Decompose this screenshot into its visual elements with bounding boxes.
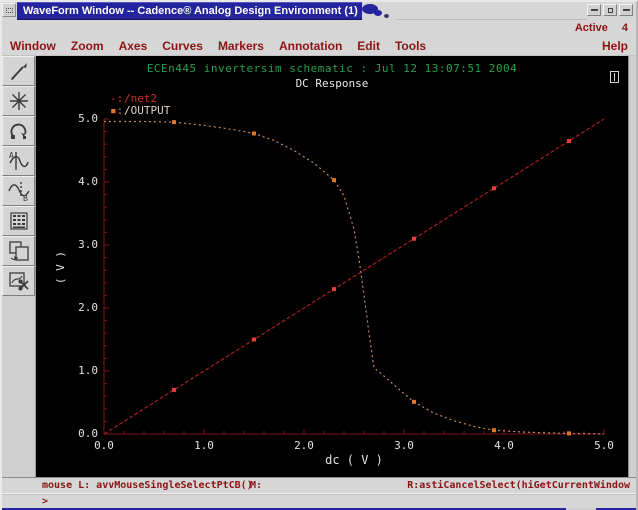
marker-net2[interactable] — [412, 236, 416, 241]
active-count: 4 — [621, 22, 628, 34]
window-title-text: WaveForm Window -- Cadence® Analog Desig… — [23, 5, 358, 17]
zoom-fit-star-icon[interactable] — [2, 86, 35, 116]
marker-output[interactable] — [412, 399, 416, 404]
marker-net2[interactable] — [172, 387, 176, 392]
marker-output[interactable] — [332, 178, 336, 183]
calculator-icon[interactable] — [2, 206, 35, 236]
marker-output[interactable] — [567, 431, 571, 436]
menu-axes[interactable]: Axes — [119, 39, 148, 53]
horizontal-marker-b-icon[interactable]: B — [2, 176, 35, 206]
left-toolbar: A B — [2, 56, 36, 477]
marker-output[interactable] — [252, 131, 256, 136]
window-title[interactable]: WaveForm Window -- Cadence® Analog Desig… — [17, 2, 362, 20]
minimize-icon — [590, 9, 598, 11]
menu-window[interactable]: Window — [10, 39, 56, 53]
y-tick-2: 2.0 — [78, 301, 98, 314]
y-tick-5: 5.0 — [78, 112, 98, 125]
y-tick-4: 4.0 — [78, 175, 98, 188]
x-tick-2: 2.0 — [294, 439, 314, 452]
window-menu-button[interactable] — [2, 3, 16, 17]
trace-output[interactable] — [104, 120, 605, 435]
legend-label-output: /OUTPUT — [124, 104, 171, 117]
y-axis-label: ( V ) — [54, 250, 68, 285]
x-tick-5: 5.0 — [594, 439, 614, 452]
x-tick-3: 3.0 — [394, 439, 414, 452]
window-right-frame — [628, 56, 636, 477]
plot-canvas[interactable]: ECEn445 invertersim schematic : Jul 12 1… — [36, 56, 628, 477]
plot-header: ECEn445 invertersim schematic : Jul 12 1… — [146, 62, 518, 75]
window-maximize-button[interactable] — [603, 4, 617, 16]
active-status-row: Active 4 — [2, 20, 636, 36]
copy-subwindow-icon[interactable] — [2, 236, 35, 266]
menu-zoom[interactable]: Zoom — [71, 39, 104, 53]
x-tick-4: 4.0 — [494, 439, 514, 452]
undo-arc-icon[interactable] — [2, 116, 35, 146]
titlebar: WaveForm Window -- Cadence® Analog Desig… — [2, 2, 636, 20]
command-prompt-line[interactable]: > — [2, 494, 636, 508]
marker-output[interactable] — [172, 120, 176, 125]
delete-subwindow-icon[interactable] — [2, 266, 35, 296]
marker-net2[interactable] — [492, 186, 496, 191]
marker-output[interactable] — [492, 428, 496, 433]
svg-text:B: B — [23, 194, 28, 203]
y-tick-3: 3.0 — [78, 238, 98, 251]
menu-help[interactable]: Help — [602, 39, 628, 53]
menubar: Window Zoom Axes Curves Markers Annotati… — [2, 36, 636, 56]
y-tick-1: 1.0 — [78, 364, 98, 377]
mouse-bindings-bar: mouse L: avvMouseSingleSelectPtCB() M: R… — [2, 477, 636, 494]
window-buttons — [587, 2, 636, 20]
menu-markers[interactable]: Markers — [218, 39, 264, 53]
x-axis-label: dc ( V ) — [325, 453, 383, 467]
legend-item-output[interactable]: ▪: /OUTPUT — [110, 105, 170, 117]
menu-curves[interactable]: Curves — [162, 39, 203, 53]
prompt-caret: > — [42, 496, 49, 507]
mouse-right-binding: R:astiCancelSelect(hiGetCurrentWindow — [407, 480, 630, 491]
marker-net2[interactable] — [252, 337, 256, 342]
plot-title: DC Response — [295, 77, 369, 90]
menu-edit[interactable]: Edit — [357, 39, 380, 53]
trace-net2[interactable] — [103, 118, 605, 435]
x-tick-1: 1.0 — [194, 439, 214, 452]
marker-net2[interactable] — [567, 139, 571, 144]
window-rollup-button[interactable] — [619, 4, 633, 16]
probe-pen-icon[interactable] — [2, 56, 35, 86]
titlebar-spacer — [395, 2, 587, 20]
window-menu-icon — [5, 7, 13, 13]
plot-legend: -: /net2 ▪: /OUTPUT — [110, 93, 170, 117]
menu-annotation[interactable]: Annotation — [279, 39, 342, 53]
mouse-left-binding: mouse L: avvMouseSingleSelectPtCB() — [42, 480, 253, 491]
rollup-icon — [622, 9, 630, 11]
main-area: A B ECEn445 invertersim schematic : Jul … — [2, 56, 636, 477]
x-tick-0: 0.0 — [94, 439, 114, 452]
title-splash-decoration — [361, 2, 396, 20]
output-marker-symbol: ▪: — [110, 104, 124, 117]
plot-corner-widget[interactable] — [610, 71, 619, 83]
active-label: Active — [574, 22, 608, 34]
maximize-icon — [607, 7, 613, 13]
menu-tools[interactable]: Tools — [395, 39, 426, 53]
chart-svg[interactable] — [36, 56, 628, 477]
marker-net2[interactable] — [332, 287, 336, 292]
window-minimize-button[interactable] — [587, 4, 601, 16]
waveform-window: WaveForm Window -- Cadence® Analog Desig… — [0, 0, 638, 510]
vertical-marker-a-icon[interactable]: A — [2, 146, 35, 176]
mouse-middle-binding: M: — [250, 480, 263, 491]
